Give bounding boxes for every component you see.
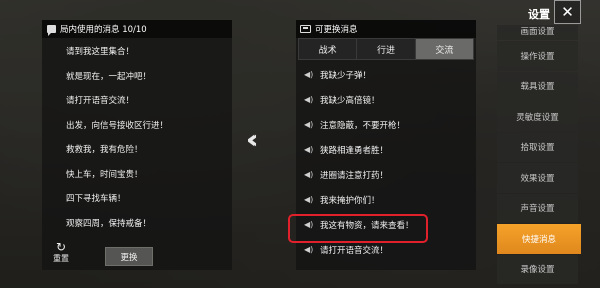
close-button[interactable]: ✕	[554, 0, 581, 24]
category-tabs: 战术 行进 交流	[298, 38, 474, 60]
tab-communication[interactable]: 交流	[415, 39, 473, 59]
option-item[interactable]: ◀) 我缺少子弹！	[304, 62, 476, 87]
sidebar-item-sound[interactable]: 声音设置	[497, 193, 578, 223]
speaker-icon: ◀)	[304, 95, 314, 104]
in-match-message-list: 请到我这里集合！ 就是现在，一起冲吧！ 请打开语音交流！ 出发，向信号接收区行进…	[42, 40, 232, 236]
message-item[interactable]: 观察四周，保持戒备！	[66, 212, 232, 237]
option-label: 我来掩护你们！	[320, 195, 380, 206]
option-label: 进圈请注意打药！	[320, 170, 389, 181]
speaker-icon: ◀)	[304, 170, 314, 179]
in-match-messages-panel: 局内使用的消息 10/10 请到我这里集合！ 就是现在，一起冲吧！ 请打开语音交…	[42, 20, 232, 270]
in-match-messages-header: 局内使用的消息 10/10	[42, 20, 232, 38]
reset-label: 重置	[53, 254, 69, 263]
option-label: 狭路相逢勇者胜！	[320, 145, 389, 156]
settings-sidebar: 设置 画面设置 操作设置 载具设置 灵敏度设置 拾取设置 效果设置 声音设置 快…	[497, 0, 581, 288]
reset-button[interactable]: ↻ 重置	[50, 241, 72, 264]
sidebar-item-effects[interactable]: 效果设置	[497, 163, 578, 193]
refresh-icon: ↻	[55, 240, 67, 254]
option-item[interactable]: ◀) 狭路相逢勇者胜！	[304, 137, 476, 162]
option-label: 注意隐蔽，不要开枪！	[320, 120, 406, 131]
message-item[interactable]: 四下寻找车辆！	[66, 187, 232, 212]
sidebar-item-quick-messages[interactable]: 快捷消息	[497, 224, 581, 254]
tab-movement[interactable]: 行进	[357, 39, 416, 59]
highlight-annotation	[288, 214, 428, 243]
message-item[interactable]: 就是现在，一起冲吧！	[66, 65, 232, 90]
change-button[interactable]: 更换	[105, 247, 153, 266]
option-label: 我缺少子弹！	[320, 70, 372, 81]
replaceable-messages-header: 可更换消息	[296, 20, 476, 38]
sidebar-item-recording[interactable]: 录像设置	[497, 254, 578, 284]
speaker-icon: ◀)	[304, 120, 314, 129]
speaker-icon: ◀)	[304, 70, 314, 79]
swap-arrow-icon[interactable]: ‹‹	[246, 127, 260, 153]
message-item[interactable]: 请到我这里集合！	[66, 40, 232, 65]
message-item[interactable]: 请打开语音交流！	[66, 89, 232, 114]
option-label: 我缺少高倍镜！	[320, 95, 380, 106]
sidebar-item-sensitivity[interactable]: 灵敏度设置	[497, 102, 578, 132]
sidebar-item-controls[interactable]: 操作设置	[497, 41, 578, 71]
speaker-icon: ◀)	[304, 145, 314, 154]
option-item[interactable]: ◀) 我来掩护你们！	[304, 187, 476, 212]
option-item[interactable]: ◀) 注意隐蔽，不要开枪！	[304, 112, 476, 137]
option-label: 请打开语音交流！	[320, 245, 389, 256]
switch-icon	[300, 25, 311, 33]
message-item[interactable]: 救救我，我有危险！	[66, 138, 232, 163]
sidebar-item-pickup[interactable]: 拾取设置	[497, 132, 578, 162]
settings-title-text: 设置	[528, 7, 550, 21]
in-match-messages-title: 局内使用的消息 10/10	[60, 25, 147, 35]
chat-icon	[47, 25, 56, 36]
speaker-icon: ◀)	[304, 245, 314, 254]
replaceable-messages-title: 可更换消息	[315, 25, 358, 35]
option-item[interactable]: ◀) 我缺少高倍镜！	[304, 87, 476, 112]
message-item[interactable]: 出发，向信号接收区行进！	[66, 114, 232, 139]
sidebar-item-graphics[interactable]: 画面设置	[497, 25, 578, 40]
close-icon: ✕	[561, 2, 574, 21]
option-item[interactable]: ◀) 进圈请注意打药！	[304, 162, 476, 187]
tab-tactics[interactable]: 战术	[299, 39, 358, 59]
sidebar-item-vehicle[interactable]: 载具设置	[497, 71, 578, 101]
message-item[interactable]: 快上车，时间宝贵！	[66, 163, 232, 188]
speaker-icon: ◀)	[304, 195, 314, 204]
